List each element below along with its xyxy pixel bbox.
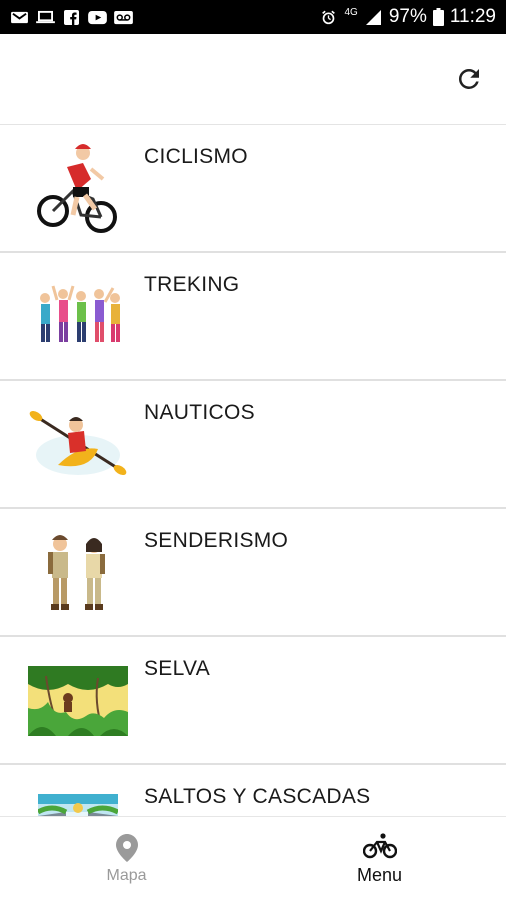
bottom-navigation: Mapa Menu: [0, 816, 506, 900]
category-label: CICLISMO: [144, 145, 248, 168]
category-label: NAUTICOS: [144, 401, 255, 424]
nav-item-menu[interactable]: Menu: [253, 817, 506, 900]
network-type-label: 4G: [344, 6, 358, 18]
nav-label-menu: Menu: [356, 865, 403, 885]
system-status: 4G 97% 11:29: [319, 6, 496, 28]
category-label: SALTOS Y CASCADAS: [144, 785, 371, 808]
notification-icons: [10, 9, 133, 25]
kayak-image: [28, 395, 128, 495]
clock: 11:29: [449, 6, 496, 27]
trekking-group-image: [28, 267, 128, 367]
category-label: SELVA: [144, 657, 211, 680]
refresh-button[interactable]: [452, 62, 486, 96]
list-item-ciclismo[interactable]: CICLISMO: [0, 125, 506, 253]
nav-label-mapa: Mapa: [106, 866, 147, 884]
voicemail-icon: [114, 10, 133, 24]
youtube-icon: [88, 10, 107, 24]
app-bar: [0, 34, 506, 124]
status-bar: 4G 97% 11:29: [0, 0, 506, 34]
list-item-selva[interactable]: SELVA: [0, 637, 506, 765]
cyclist-image: [28, 139, 128, 239]
list-item-treking[interactable]: TREKING: [0, 253, 506, 381]
category-label: TREKING: [144, 273, 240, 296]
hikers-image: [28, 523, 128, 623]
4g-signal-icon: [365, 9, 381, 25]
list-item-nauticos[interactable]: NAUTICOS: [0, 381, 506, 509]
list-item-saltos-y-cascadas[interactable]: SALTOS Y CASCADAS: [0, 765, 506, 816]
laptop-icon: [36, 10, 55, 23]
refresh-icon: [458, 68, 479, 89]
category-label: SENDERISMO: [144, 529, 289, 552]
facebook-icon: [64, 9, 79, 25]
alarm-icon: [322, 10, 336, 24]
nav-item-mapa[interactable]: Mapa: [0, 817, 253, 900]
list-item-senderismo[interactable]: SENDERISMO: [0, 509, 506, 637]
category-list: CICLISMO TREKING NAUTICOS SENDERISMO SEL…: [0, 124, 506, 816]
battery-percent: 97%: [388, 6, 427, 27]
map-pin-icon: [115, 833, 138, 863]
jungle-image: [28, 651, 128, 751]
waterfall-image: [28, 779, 128, 816]
gmail-icon: [11, 11, 28, 23]
bicycle-icon: [362, 831, 397, 861]
battery-icon: [432, 8, 444, 26]
